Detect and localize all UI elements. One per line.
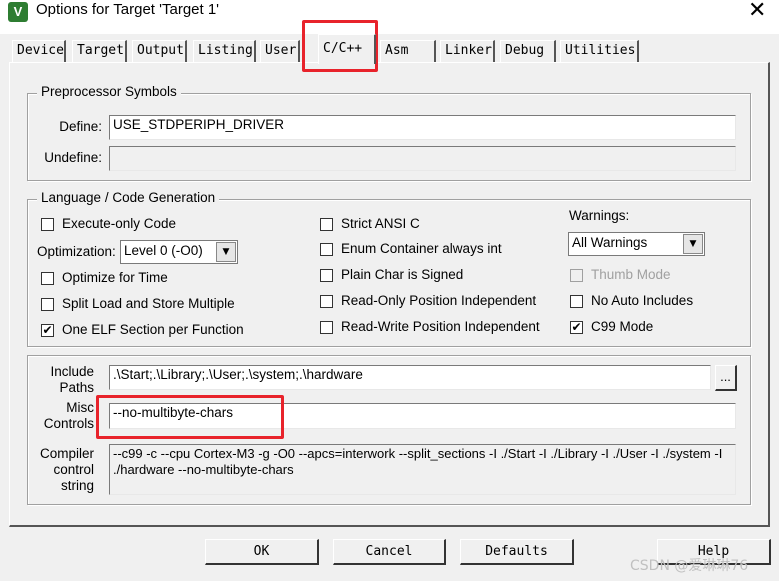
include-paths-label-line1: Include xyxy=(50,364,94,379)
tab-output[interactable]: Output xyxy=(132,40,187,62)
browse-include-paths-button[interactable]: ... xyxy=(715,365,737,391)
chevron-down-icon[interactable]: ▼ xyxy=(216,242,236,262)
misc-controls-highlight xyxy=(96,395,284,439)
compiler-control-label-line1: Compiler xyxy=(39,446,94,461)
misc-controls-label-line1: Misc xyxy=(66,400,94,415)
misc-controls-label-line2: Controls xyxy=(43,416,94,431)
tab-debug[interactable]: Debug xyxy=(500,40,556,62)
rw-pi-label: Read-Write Position Independent xyxy=(341,319,540,334)
execute-only-label: Execute-only Code xyxy=(62,216,177,231)
watermark: CSDN @爱琳琳76 xyxy=(630,558,749,574)
compiler-control-field[interactable]: --c99 -c --cpu Cortex-M3 -g -O0 --apcs=i… xyxy=(109,444,736,495)
ok-button[interactable]: OK xyxy=(205,539,319,565)
thumb-mode-label: Thumb Mode xyxy=(591,267,671,282)
tab-device[interactable]: Device xyxy=(12,40,66,62)
strict-ansi-checkbox[interactable] xyxy=(320,218,333,231)
uvision-icon: V xyxy=(8,2,28,22)
ro-pi-checkbox[interactable] xyxy=(320,295,333,308)
warnings-value: All Warnings xyxy=(572,235,648,250)
cancel-button[interactable]: Cancel xyxy=(333,539,446,565)
compiler-control-label-line2: control xyxy=(53,462,94,477)
thumb-mode-checkbox[interactable] xyxy=(570,269,583,282)
enum-container-label: Enum Container always int xyxy=(341,241,502,256)
tab-c-cpp[interactable]: C/C++ xyxy=(318,34,376,64)
define-field[interactable]: USE_STDPERIPH_DRIVER xyxy=(109,115,736,140)
include-paths-label-line2: Paths xyxy=(59,380,94,395)
split-load-checkbox[interactable] xyxy=(41,298,54,311)
c99-mode-checkbox[interactable]: ✔ xyxy=(570,321,583,334)
plain-char-label: Plain Char is Signed xyxy=(341,267,464,282)
compiler-control-label: Compiler control string xyxy=(30,446,94,494)
optimization-label: Optimization: xyxy=(37,244,116,259)
no-auto-includes-checkbox[interactable] xyxy=(570,295,583,308)
execute-only-checkbox[interactable] xyxy=(41,218,54,231)
preprocessor-title: Preprocessor Symbols xyxy=(37,84,181,99)
compiler-control-label-line3: string xyxy=(60,478,94,493)
tab-linker[interactable]: Linker xyxy=(440,40,495,62)
warnings-label: Warnings: xyxy=(569,208,630,223)
tab-utilities[interactable]: Utilities xyxy=(560,40,639,62)
one-elf-label: One ELF Section per Function xyxy=(62,322,244,337)
chevron-down-icon[interactable]: ▼ xyxy=(683,234,703,254)
plain-char-checkbox[interactable] xyxy=(320,269,333,282)
one-elf-checkbox[interactable]: ✔ xyxy=(41,324,54,337)
defaults-button[interactable]: Defaults xyxy=(460,539,574,565)
rw-pi-checkbox[interactable] xyxy=(320,321,333,334)
misc-controls-label: Misc Controls xyxy=(30,400,94,432)
optimization-select[interactable]: Level 0 (-O0) ▼ xyxy=(120,240,238,264)
tab-target[interactable]: Target xyxy=(72,40,127,62)
undefine-label: Undefine: xyxy=(44,150,102,165)
warnings-select[interactable]: All Warnings ▼ xyxy=(568,232,705,256)
define-label: Define: xyxy=(59,119,102,134)
no-auto-includes-label: No Auto Includes xyxy=(591,293,694,308)
optimize-time-checkbox[interactable] xyxy=(41,272,54,285)
tab-asm[interactable]: Asm xyxy=(380,40,436,62)
ro-pi-label: Read-Only Position Independent xyxy=(341,293,537,308)
language-title: Language / Code Generation xyxy=(37,190,220,205)
include-paths-field[interactable]: .\Start;.\Library;.\User;.\system;.\hard… xyxy=(109,365,711,390)
optimization-value: Level 0 (-O0) xyxy=(124,243,203,258)
split-load-label: Split Load and Store Multiple xyxy=(62,296,235,311)
optimize-time-label: Optimize for Time xyxy=(62,270,168,285)
close-icon[interactable]: ✕ xyxy=(748,0,766,23)
tab-user[interactable]: User xyxy=(260,40,300,62)
strict-ansi-label: Strict ANSI C xyxy=(341,216,420,231)
enum-container-checkbox[interactable] xyxy=(320,243,333,256)
tab-listing[interactable]: Listing xyxy=(193,40,256,62)
undefine-field[interactable] xyxy=(109,146,736,171)
c99-mode-label: C99 Mode xyxy=(591,319,654,334)
window-title: Options for Target 'Target 1' xyxy=(36,1,220,18)
include-paths-label: Include Paths xyxy=(30,364,94,396)
